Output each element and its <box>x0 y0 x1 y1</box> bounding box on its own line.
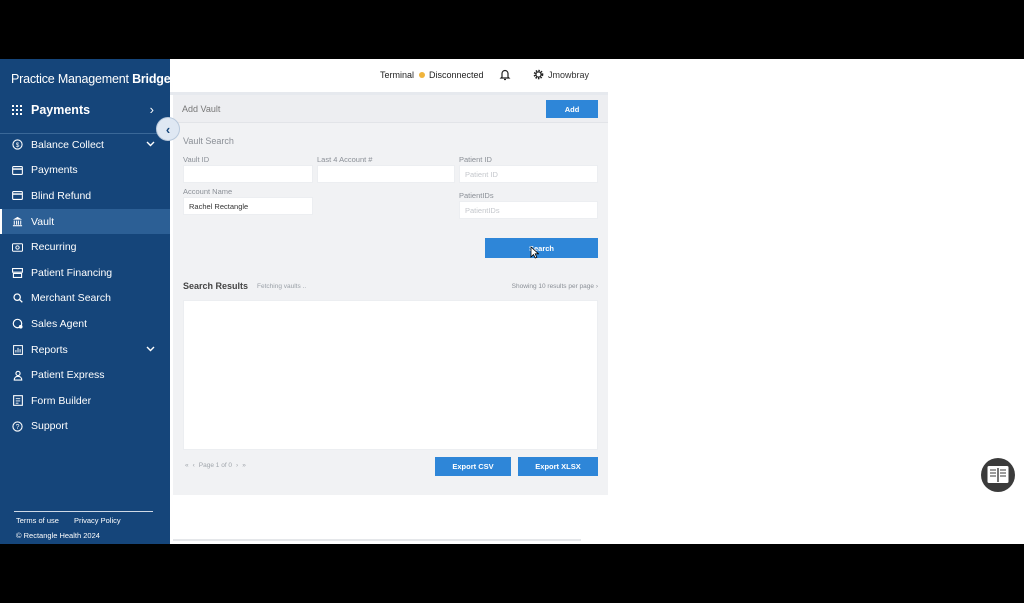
export-csv-button[interactable]: Export CSV <box>435 457 511 476</box>
sidebar-item-label: Support <box>31 420 68 433</box>
sidebar-item-label: Vault <box>31 215 55 228</box>
horizontal-scrollbar[interactable] <box>173 539 581 541</box>
sidebar-item-patient-financing[interactable]: Patient Financing <box>0 260 170 286</box>
sidebar-item-label: Form Builder <box>31 394 92 407</box>
user-menu[interactable]: Jmowbray <box>533 69 589 80</box>
chevron-right-icon: › <box>595 283 598 290</box>
last-page-icon[interactable]: » <box>242 462 246 469</box>
notifications-button[interactable] <box>499 68 511 86</box>
results-table <box>183 300 598 450</box>
copyright: © Rectangle Health 2024 <box>16 531 100 540</box>
next-page-icon[interactable]: › <box>236 462 238 469</box>
last4-input[interactable] <box>317 165 455 183</box>
vault-id-label: Vault ID <box>183 155 210 164</box>
terminal-label: Terminal <box>380 70 415 80</box>
username: Jmowbray <box>548 69 590 80</box>
chevron-down-icon <box>146 344 155 354</box>
search-results-header: Search Results Fetching vaults .. Showin… <box>173 275 608 300</box>
sidebar-footer-divider <box>14 511 153 512</box>
sidebar-item-form-builder[interactable]: Form Builder <box>0 388 170 414</box>
register-icon <box>12 267 23 278</box>
sidebar-item-label: Merchant Search <box>31 292 111 305</box>
apps-grid-icon <box>12 105 22 115</box>
sidebar-item-payments[interactable]: Payments <box>0 158 170 184</box>
results-per-page[interactable]: Showing 10 results per page › <box>512 283 598 290</box>
sidebar-item-label: Blind Refund <box>31 189 92 202</box>
gear-icon <box>533 69 544 80</box>
sidebar-item-recurring[interactable]: Recurring <box>0 234 170 260</box>
search-results-title: Search Results <box>183 281 249 291</box>
sidebar-item-label: Recurring <box>31 241 77 254</box>
add-vault-title: Add Vault <box>182 104 221 114</box>
results-status: Fetching vaults .. <box>257 283 307 290</box>
help-book-button[interactable] <box>981 458 1015 492</box>
help-circle-icon: ? <box>12 421 23 432</box>
sidebar-collapse-button[interactable]: ‹ <box>156 117 180 141</box>
sidebar-item-label: Patient Express <box>31 369 105 382</box>
terminal-status: Terminal Disconnected <box>380 70 484 80</box>
card-icon <box>12 165 23 176</box>
search-icon <box>12 293 23 304</box>
sidebar-item-vault[interactable]: Vault <box>0 208 170 235</box>
status-dot-icon <box>419 72 426 78</box>
sidebar-item-reports[interactable]: Reports <box>0 337 170 363</box>
add-vault-bar: Add Vault Add <box>173 95 608 123</box>
add-button[interactable]: Add <box>546 100 598 118</box>
sidebar-footer-links: Terms of use Privacy Policy <box>16 516 121 525</box>
sidebar-nav: $ Balance Collect Payments Blind Refund Vaul… <box>0 132 170 439</box>
first-page-icon[interactable]: « <box>185 462 189 469</box>
sidebar-item-merchant-search[interactable]: Merchant Search <box>0 286 170 312</box>
privacy-link[interactable]: Privacy Policy <box>74 516 121 525</box>
patient-id-input[interactable]: Patient ID <box>459 165 598 183</box>
app-switcher[interactable]: Payments › <box>0 97 170 123</box>
book-icon <box>987 466 1009 483</box>
patient-ids-label: PatientIDs <box>459 191 494 200</box>
chevron-down-icon <box>146 139 155 149</box>
last4-label: Last 4 Account # <box>317 155 373 164</box>
account-name-input[interactable]: Rachel Rectangle <box>183 197 313 215</box>
bank-icon <box>12 216 23 227</box>
svg-text:$: $ <box>16 142 20 149</box>
sidebar-item-label: Reports <box>31 343 68 356</box>
top-bar: Terminal Disconnected Jmowbray <box>170 59 608 94</box>
app-window: Practice Management Bridge® Payments › $… <box>0 59 1024 544</box>
search-button[interactable]: Search <box>485 238 598 258</box>
mouse-pointer-icon <box>530 246 539 259</box>
vault-search-title: Vault Search <box>183 136 234 146</box>
patient-ids-input[interactable]: PatientIDs <box>459 201 598 219</box>
sidebar: Practice Management Bridge® Payments › $… <box>0 59 174 544</box>
export-xlsx-button[interactable]: Export XLSX <box>518 457 598 476</box>
account-name-label: Account Name <box>183 187 233 196</box>
sidebar-item-sales-agent[interactable]: Sales Agent <box>0 311 170 337</box>
sidebar-item-label: Payments <box>31 164 78 177</box>
prev-page-icon[interactable]: ‹ <box>193 462 195 469</box>
sidebar-item-label: Sales Agent <box>31 317 88 330</box>
patient-id-label: Patient ID <box>459 155 492 164</box>
report-icon <box>12 344 23 355</box>
chevron-right-icon: › <box>149 102 154 117</box>
sidebar-item-label: Patient Financing <box>31 266 113 279</box>
svg-text:?: ? <box>16 424 20 431</box>
card-icon <box>12 190 23 201</box>
pagination: « ‹ Page 1 of 0 › » <box>185 462 246 469</box>
brand-logo[interactable]: Practice Management Bridge® <box>11 72 174 86</box>
form-icon <box>12 395 23 407</box>
dollar-circle-icon: $ <box>12 139 23 150</box>
vault-id-input[interactable] <box>183 165 313 183</box>
terms-link[interactable]: Terms of use <box>16 516 59 525</box>
bell-icon <box>499 69 511 81</box>
sidebar-item-label: Balance Collect <box>31 138 104 151</box>
sidebar-item-support[interactable]: ? Support <box>0 414 170 440</box>
main-content: Add Vault Add Vault Search Vault ID Last… <box>173 95 608 495</box>
app-switcher-label: Payments <box>31 103 91 117</box>
sidebar-item-blind-refund[interactable]: Blind Refund <box>0 183 170 209</box>
terminal-status-text: Disconnected <box>429 70 484 80</box>
person-icon <box>12 370 23 381</box>
cash-icon <box>12 242 23 253</box>
page-indicator: Page 1 of 0 <box>198 462 233 469</box>
agent-icon <box>12 318 23 329</box>
sidebar-item-patient-express[interactable]: Patient Express <box>0 362 170 388</box>
sidebar-item-balance-collect[interactable]: $ Balance Collect <box>0 132 170 158</box>
